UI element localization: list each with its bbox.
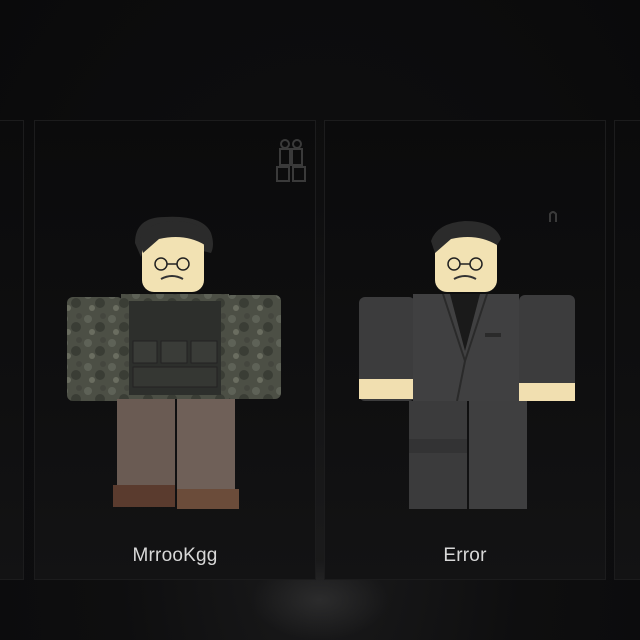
character-select-screen: MrrooKgg Error [0, 0, 640, 640]
character-card-2[interactable]: Error [324, 120, 606, 580]
character-card-partial-left[interactable] [0, 120, 24, 580]
username-label: Error [443, 545, 487, 566]
username-label: MrrooKgg [132, 545, 218, 566]
character-card-1[interactable]: MrrooKgg [34, 120, 316, 580]
avatar-mrrookgg [67, 216, 281, 509]
character-card-partial-right[interactable] [614, 120, 640, 580]
avatar-error [359, 221, 575, 509]
